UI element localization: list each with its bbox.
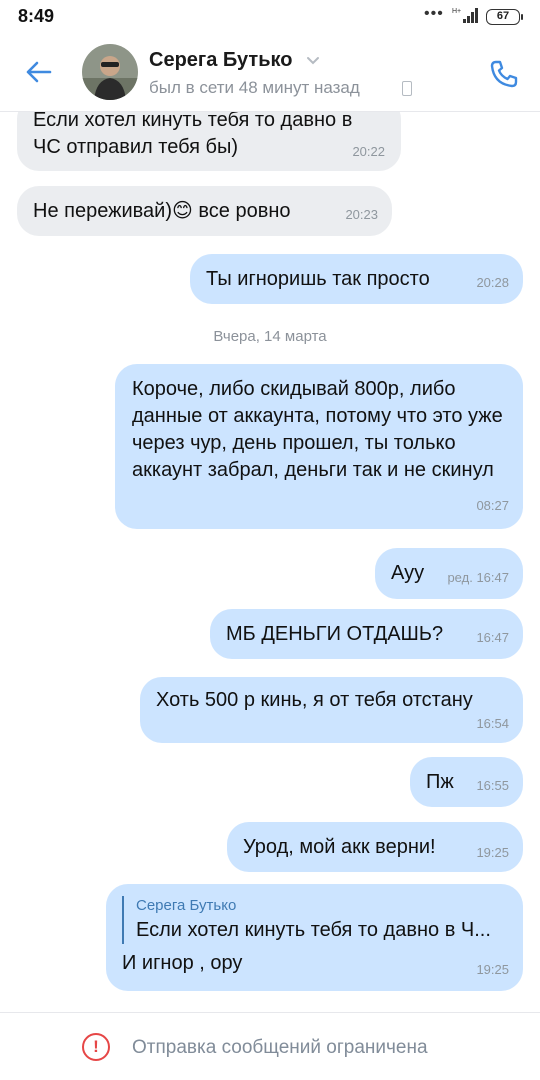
message-bubble[interactable]: Урод, мой акк верни! 19:25 <box>227 822 523 872</box>
status-bar: 8:49 ••• H+ 67 <box>0 0 540 34</box>
reply-quote[interactable]: Серега Бутько Если хотел кинуть тебя то … <box>122 896 498 944</box>
reply-author: Серега Бутько <box>136 897 237 914</box>
message-time-edited: ред. 16:47 <box>447 564 509 591</box>
battery-icon: 67 <box>486 9 523 25</box>
message-text: Ты игноришь так просто <box>206 268 430 290</box>
message-text: Урод, мой акк верни! <box>243 836 436 858</box>
message-bubble[interactable]: МБ ДЕНЬГИ ОТДАШЬ? 16:47 <box>210 609 523 659</box>
restriction-text: Отправка сообщений ограничена <box>132 1037 428 1058</box>
call-button[interactable] <box>484 54 524 94</box>
date-separator: Вчера, 14 марта <box>213 328 327 345</box>
message-time: 16:47 <box>476 630 509 645</box>
warning-icon: ! <box>82 1033 110 1061</box>
chevron-down-icon[interactable] <box>306 56 320 66</box>
message-text: Хоть 500 р кинь, я от тебя отстану <box>156 689 473 711</box>
message-time: 16:54 <box>476 716 509 731</box>
message-bubble-reply[interactable]: Серега Бутько Если хотел кинуть тебя то … <box>106 884 523 991</box>
composer-restricted-bar: ! Отправка сообщений ограничена <box>0 1012 540 1080</box>
message-text: Ауу <box>391 562 425 584</box>
message-text: Не переживай)😊 все ровно <box>33 200 291 222</box>
avatar[interactable] <box>82 44 138 100</box>
message-text: Пж <box>426 771 454 793</box>
message-bubble[interactable]: Хоть 500 р кинь, я от тебя отстану 16:54 <box>140 677 523 743</box>
message-bubble[interactable]: Не переживай)😊 все ровно 20:23 <box>17 186 392 236</box>
message-bubble[interactable]: Ты игноришь так просто 20:28 <box>190 254 523 304</box>
edited-label: ред. <box>447 570 473 585</box>
message-time: 19:25 <box>476 845 509 860</box>
status-time: 8:49 <box>18 6 55 26</box>
message-text: И игнор , ору <box>122 952 243 974</box>
mobile-device-icon <box>402 81 412 96</box>
message-time: 16:47 <box>476 570 509 585</box>
message-list[interactable]: Если хотел кинуть тебя то давно в ЧС отп… <box>0 112 540 1012</box>
message-text: МБ ДЕНЬГИ ОТДАШЬ? <box>226 623 444 645</box>
message-bubble[interactable]: Короче, либо скидывай 800р, либо данные … <box>115 364 523 529</box>
contact-name[interactable]: Серега Бутько <box>149 49 292 72</box>
chat-header: Серега Бутько был в сети 48 минут назад <box>0 34 540 112</box>
reply-text: Если хотел кинуть тебя то давно в Ч... <box>136 919 491 941</box>
contact-status: был в сети 48 минут назад <box>149 78 360 97</box>
notification-dots-icon: ••• <box>424 5 444 22</box>
message-bubble[interactable]: Пж 16:55 <box>410 757 523 807</box>
message-time: 16:55 <box>476 778 509 793</box>
message-time: 20:22 <box>352 144 385 159</box>
message-bubble[interactable]: Ауу ред. 16:47 <box>375 548 523 599</box>
message-time: 19:25 <box>476 962 509 977</box>
message-text: Если хотел кинуть тебя то давно в ЧС отп… <box>33 112 353 158</box>
message-time: 20:28 <box>476 275 509 290</box>
avatar-image <box>82 44 138 100</box>
back-button[interactable] <box>18 52 58 92</box>
message-bubble[interactable]: Если хотел кинуть тебя то давно в ЧС отп… <box>17 112 401 171</box>
phone-icon <box>490 60 518 88</box>
message-time: 08:27 <box>476 498 509 513</box>
arrow-left-icon <box>26 61 52 83</box>
message-text: Короче, либо скидывай 800р, либо данные … <box>132 378 503 481</box>
signal-label: H+ <box>452 8 461 15</box>
signal-icon: H+ <box>452 8 478 23</box>
message-time: 20:23 <box>345 207 378 222</box>
